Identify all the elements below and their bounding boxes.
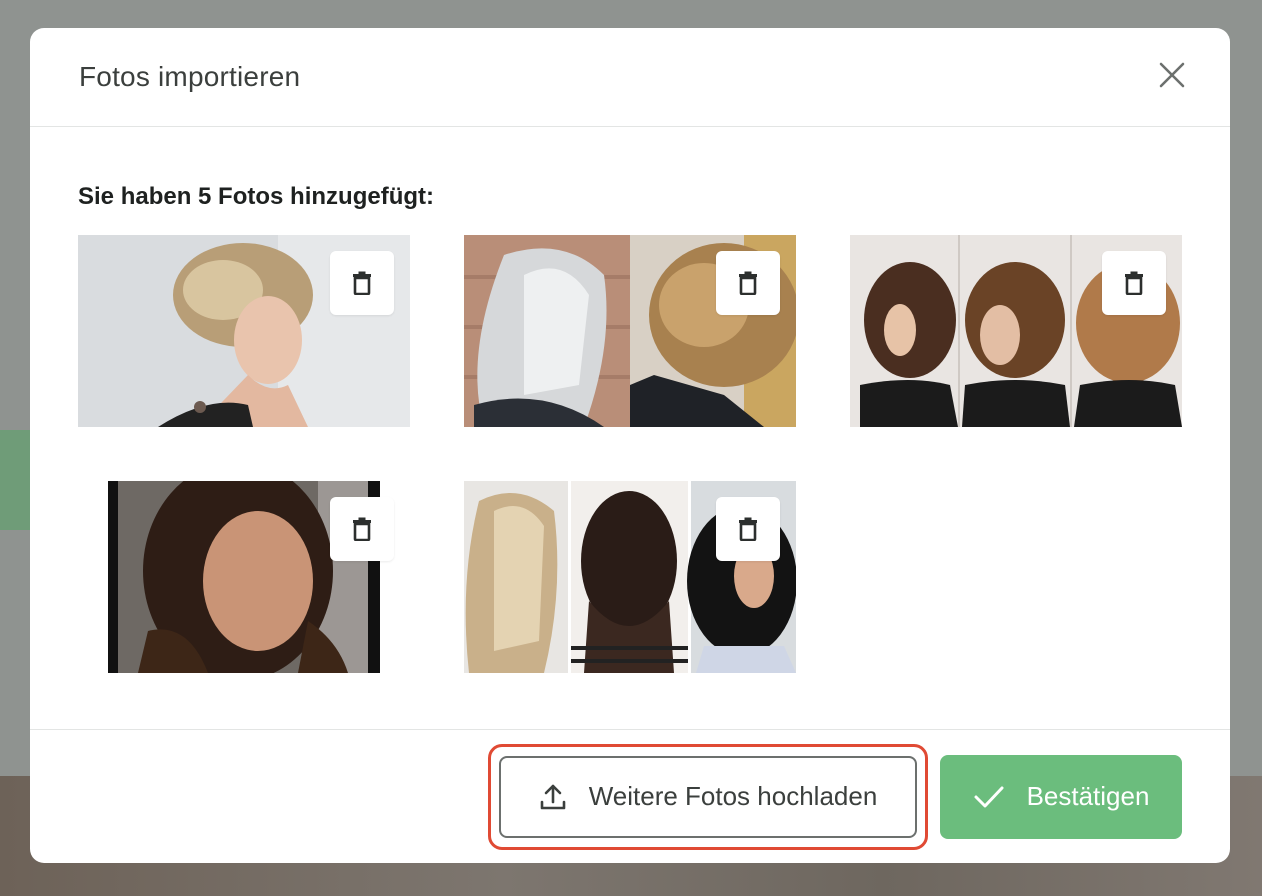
photo-thumbnail — [850, 235, 1182, 427]
confirm-button[interactable]: Bestätigen — [940, 754, 1182, 839]
close-button[interactable] — [1152, 55, 1192, 95]
checkmark-icon — [974, 786, 1004, 807]
highlight-annotation: Weitere Fotos hochladen — [488, 743, 928, 850]
trash-icon — [353, 271, 371, 295]
trash-icon — [353, 517, 371, 541]
photo-thumbnail — [78, 235, 410, 427]
dialog-footer: Weitere Fotos hochladen Bestätigen — [30, 729, 1230, 863]
photo-thumbnail — [464, 235, 796, 427]
delete-photo-button[interactable] — [330, 251, 394, 315]
close-icon — [1159, 62, 1185, 88]
delete-photo-button[interactable] — [1102, 251, 1166, 315]
photo-thumbnail — [464, 481, 796, 673]
background-element — [0, 430, 30, 530]
dialog-title: Fotos importieren — [79, 61, 301, 92]
photo-thumbnail — [78, 481, 410, 673]
upload-button-label: Weitere Fotos hochladen — [588, 781, 878, 811]
upload-more-photos-button[interactable]: Weitere Fotos hochladen — [499, 755, 917, 838]
delete-photo-button[interactable] — [330, 497, 394, 561]
trash-icon — [739, 271, 757, 295]
dialog-header: Fotos importieren — [30, 28, 1230, 127]
delete-photo-button[interactable] — [716, 497, 780, 561]
photo-grid — [78, 235, 1182, 673]
photo-count-text: Sie haben 5 Fotos hinzugefügt: — [78, 183, 434, 210]
trash-icon — [1125, 271, 1143, 295]
upload-icon — [540, 784, 566, 809]
trash-icon — [739, 517, 757, 541]
delete-photo-button[interactable] — [716, 251, 780, 315]
confirm-button-label: Bestätigen — [1026, 781, 1150, 811]
dialog-body: Sie haben 5 Fotos hinzugefügt: — [30, 127, 1230, 730]
import-photos-dialog: Fotos importieren Sie haben 5 Fotos hinz… — [30, 28, 1230, 863]
